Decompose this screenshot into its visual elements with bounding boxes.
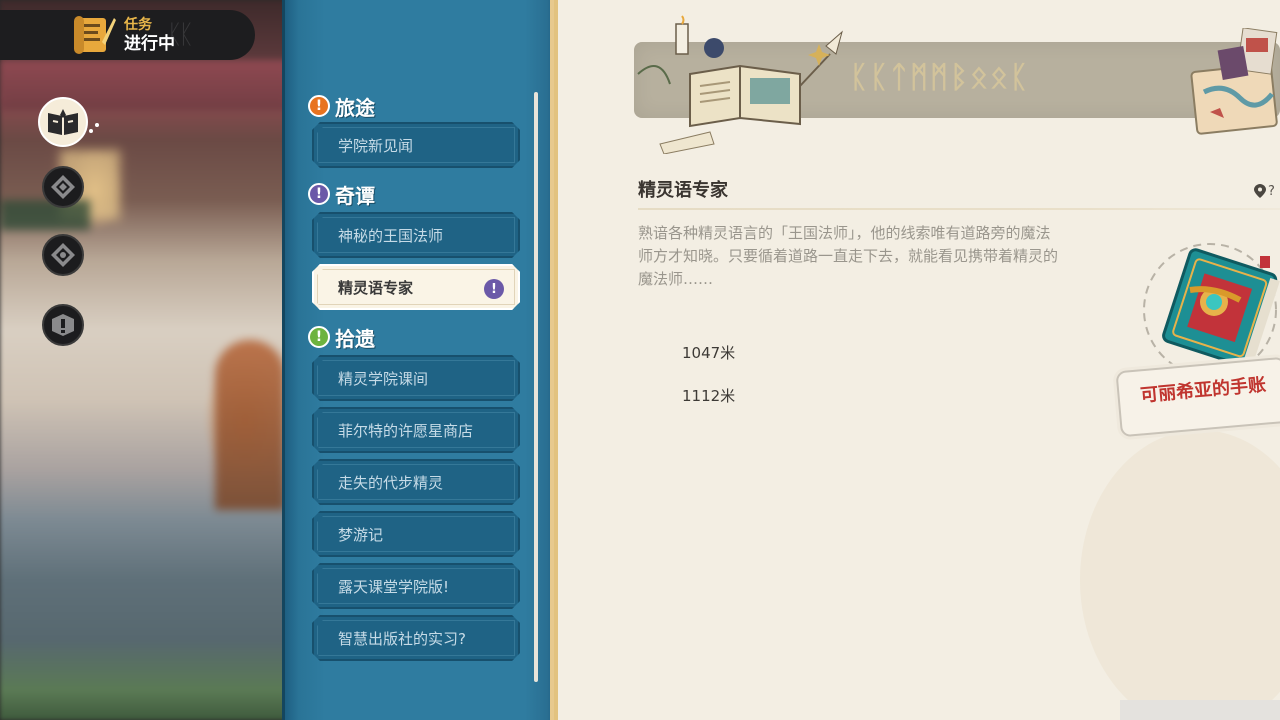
quest-list-scrollbar[interactable]	[534, 92, 538, 682]
section-legend: ! 奇谭	[308, 181, 375, 208]
misc-icon: !	[308, 326, 330, 348]
quest-item[interactable]: 精灵学院课间	[312, 355, 520, 401]
map-pin-suffix: ?	[1268, 183, 1275, 199]
quest-distance: 1047米	[682, 344, 736, 362]
quest-item[interactable]: 神秘的王国法师	[312, 212, 520, 258]
map-pin-icon	[1254, 184, 1266, 198]
quest-detail-title: 精灵语专家	[638, 180, 728, 201]
header-title: 进行中	[124, 34, 175, 54]
bottom-strip	[1120, 700, 1280, 720]
quest-label: 梦游记	[338, 525, 384, 544]
title-divider	[638, 208, 1280, 210]
quest-label: 精灵语专家	[338, 278, 414, 297]
diamond-icon	[51, 243, 75, 267]
background-roof	[0, 60, 290, 110]
background-plant	[0, 200, 90, 230]
quest-item[interactable]: 走失的代步精灵	[312, 459, 520, 505]
quest-label: 神秘的王国法师	[338, 226, 444, 245]
section-label: 拾遗	[335, 326, 375, 351]
header-subtitle: 任务	[124, 17, 152, 33]
quest-label: 走失的代步精灵	[338, 473, 444, 492]
nav-diamond-1[interactable]	[42, 166, 84, 208]
map-illustration	[1190, 28, 1278, 135]
quest-label: 智慧出版社的实习?	[338, 629, 466, 648]
scroll-icon	[74, 16, 116, 54]
legend-quest-badge-icon: !	[484, 279, 504, 299]
track-location-button[interactable]: ?	[1254, 182, 1280, 200]
quest-label: 露天课堂学院版!	[338, 577, 450, 596]
dots-icon	[89, 123, 99, 133]
background-door	[215, 340, 285, 510]
nav-exclamation[interactable]	[42, 304, 84, 346]
open-book-illustration	[637, 15, 843, 154]
quest-label: 学院新见闻	[338, 136, 414, 155]
nav-diamond-2[interactable]	[42, 234, 84, 276]
exclamation-icon	[52, 314, 74, 336]
journey-icon: !	[308, 95, 330, 117]
section-label: 旅途	[335, 95, 375, 120]
quest-description: 熟谙各种精灵语言的「王国法师」，他的线索唯有道路旁的魔法师方才知晓。只要循着道路…	[638, 224, 1059, 288]
quest-distance: 1112米	[682, 387, 736, 405]
quest-item[interactable]: 露天课堂学院版!	[312, 563, 520, 609]
diamond-icon	[51, 175, 75, 199]
legend-icon: !	[308, 183, 330, 205]
quest-item[interactable]: 梦游记	[312, 511, 520, 557]
section-journey: ! 旅途	[308, 93, 375, 120]
quest-label: 菲尔特的许愿星商店	[338, 421, 474, 440]
quest-item-selected[interactable]: 精灵语专家 !	[312, 264, 520, 310]
quest-item[interactable]: 菲尔特的许愿星商店	[312, 407, 520, 453]
section-misc: ! 拾遗	[308, 324, 375, 351]
nav-quest-book[interactable]	[38, 97, 88, 147]
banner-rune-text: ᛕᛕᛏᛗᛗᛒᛟᛟᛕ	[850, 60, 1030, 95]
quest-item[interactable]: 智慧出版社的实习?	[312, 615, 520, 661]
quest-item[interactable]: 学院新见闻	[312, 122, 520, 168]
panel-divider	[554, 0, 558, 720]
header-rune-decoration: ᛕᛕ	[167, 20, 194, 50]
section-label: 奇谭	[335, 183, 375, 208]
quest-book-icon	[48, 109, 78, 135]
quest-label: 精灵学院课间	[338, 369, 429, 388]
quest-header: ᛕᛕ 任务 进行中	[0, 10, 255, 60]
